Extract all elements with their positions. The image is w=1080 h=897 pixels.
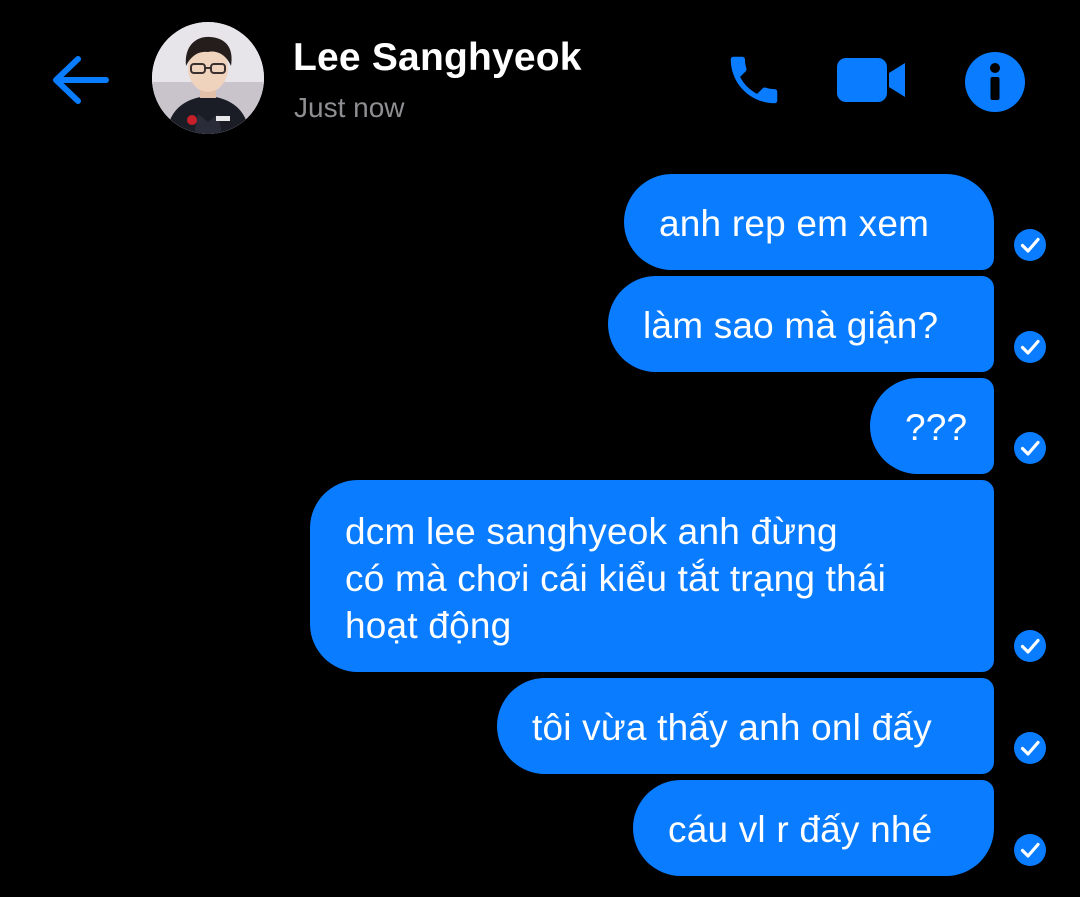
message-text: cáu vl r đấy nhé: [668, 809, 933, 850]
message-bubble[interactable]: cáu vl r đấy nhé: [633, 780, 994, 876]
message-text-line: hoạt động: [345, 605, 512, 646]
message-text: tôi vừa thấy anh onl đấy: [532, 707, 932, 748]
seen-check-icon: [1014, 331, 1046, 363]
message-text: làm sao mà giận?: [643, 305, 939, 346]
chat-header: Lee Sanghyeok Just now: [0, 0, 1080, 160]
message-text-line: có mà chơi cái kiểu tắt trạng thái: [345, 558, 887, 599]
video-call-button[interactable]: [832, 48, 910, 112]
back-button[interactable]: [48, 50, 112, 110]
message-bubble[interactable]: anh rep em xem: [624, 174, 994, 270]
message-text: ???: [905, 407, 968, 448]
seen-check-icon: [1014, 229, 1046, 261]
message-text-line: dcm lee sanghyeok anh đừng: [345, 511, 838, 552]
seen-check-icon: [1014, 432, 1046, 464]
message-bubble[interactable]: làm sao mà giận?: [608, 276, 994, 372]
info-button[interactable]: [960, 47, 1030, 117]
seen-check-icon: [1014, 834, 1046, 866]
message-bubble[interactable]: dcm lee sanghyeok anh đừng có mà chơi cá…: [310, 480, 994, 672]
info-icon: [965, 52, 1025, 112]
message-text: anh rep em xem: [659, 203, 930, 244]
phone-icon: [730, 56, 778, 104]
message-bubble[interactable]: tôi vừa thấy anh onl đấy: [497, 678, 994, 774]
contact-name[interactable]: Lee Sanghyeok: [293, 36, 582, 80]
video-camera-icon: [837, 58, 905, 102]
avatar[interactable]: [152, 22, 264, 134]
voice-call-button[interactable]: [718, 44, 790, 116]
message-bubble[interactable]: ???: [870, 378, 994, 474]
avatar-photo: [152, 22, 264, 134]
seen-check-icon: [1014, 732, 1046, 764]
seen-check-icon: [1014, 630, 1046, 662]
active-status: Just now: [294, 92, 405, 123]
arrow-left-icon: [53, 56, 109, 104]
